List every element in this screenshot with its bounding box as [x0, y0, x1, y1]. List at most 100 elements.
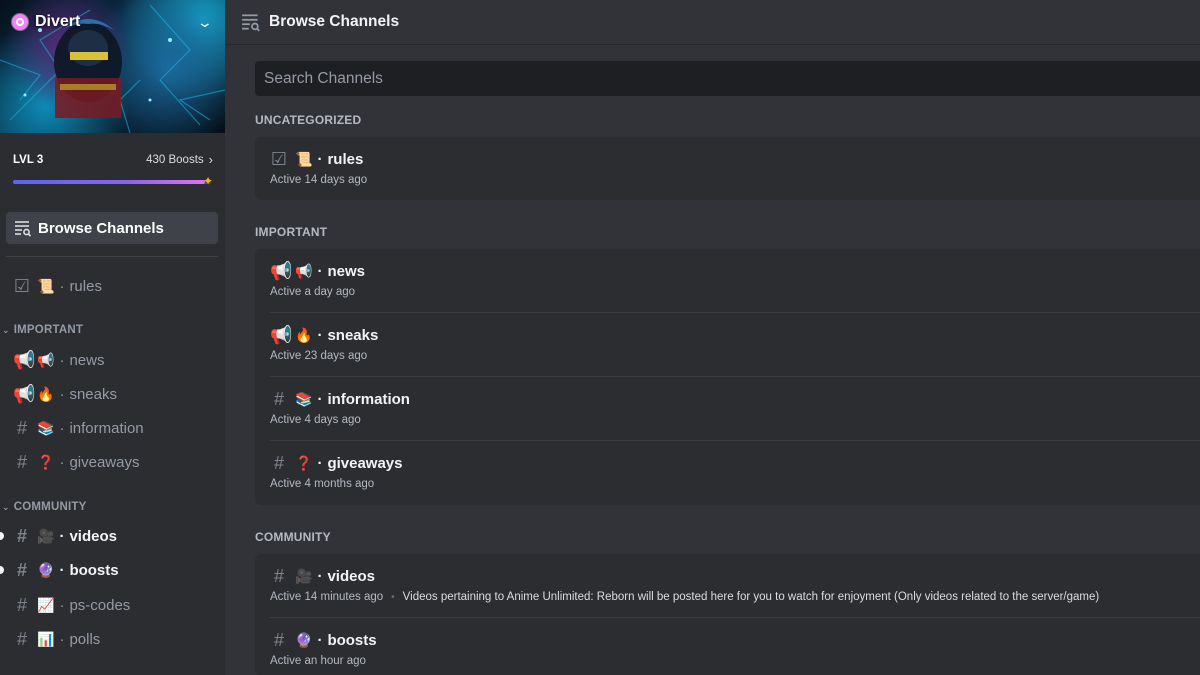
- sidebar-item-rules[interactable]: ☑ 📜 · rules: [13, 273, 218, 299]
- chart-emoji-icon: 📈: [37, 596, 55, 613]
- announcement-icon: 📢: [270, 261, 293, 281]
- sidebar-item-boosts[interactable]: # 🔮 · boosts: [0, 557, 218, 583]
- sidebar-item-polls[interactable]: # 📊 · polls: [13, 626, 218, 652]
- browse-channels-panel: Browse Channels Search Channels UNCATEGO…: [225, 0, 1200, 675]
- channel-card-community: # 🎥 · videos Active 14 minutes ago • Vid…: [255, 554, 1200, 675]
- hashtag-icon: #: [273, 389, 284, 409]
- boost-count-wrap: 430 Boosts ›: [146, 152, 213, 167]
- sidebar-item-label: polls: [69, 630, 101, 648]
- channel-name: giveaways: [327, 455, 403, 472]
- crystal-ball-emoji-icon: 🔮: [37, 561, 55, 578]
- separator-dot: ·: [317, 263, 323, 280]
- sidebar-item-sneaks[interactable]: 📢 🔥 · sneaks: [13, 381, 218, 407]
- scroll-emoji-icon: 📜: [37, 277, 55, 294]
- separator-dot: ·: [317, 327, 323, 344]
- browse-channels-label: Browse Channels: [38, 219, 164, 237]
- separator-dot: •: [391, 591, 395, 603]
- channel-row-giveaways[interactable]: # ❓ · giveaways Active 4 months ago: [255, 441, 1200, 505]
- question-emoji-icon: ❓: [37, 453, 55, 470]
- category-community[interactable]: ⌄ COMMUNITY: [2, 501, 86, 513]
- category-important[interactable]: ⌄ IMPORTANT: [2, 324, 83, 336]
- fire-emoji-icon: 🔥: [295, 327, 313, 343]
- sidebar-item-label: rules: [69, 277, 102, 295]
- sidebar-item-information[interactable]: # 📚 · information: [13, 415, 218, 441]
- category-label: COMMUNITY: [13, 501, 87, 513]
- channel-title: # ❓ · giveaways: [270, 453, 403, 474]
- separator-dot: ·: [59, 527, 65, 545]
- camera-emoji-icon: 🎥: [295, 568, 313, 584]
- channel-name: videos: [327, 568, 375, 585]
- scroll-emoji-icon: 📜: [295, 151, 313, 167]
- channel-row-videos[interactable]: # 🎥 · videos Active 14 minutes ago • Vid…: [255, 554, 1200, 618]
- section-label-uncategorized: UNCATEGORIZED: [255, 113, 362, 127]
- browse-channels-icon: [242, 14, 260, 32]
- browse-channels-icon: [15, 221, 32, 237]
- channel-name: sneaks: [327, 327, 379, 344]
- sidebar-item-label: information: [69, 419, 144, 437]
- channel-title: # 🎥 · videos: [270, 566, 375, 587]
- channel-sidebar: Divert ⌄ LVL 3 430 Boosts › ✦ Browse Cha…: [0, 0, 225, 675]
- activity-text: Active 4 days ago: [270, 414, 361, 426]
- channel-row-sneaks[interactable]: 📢 🔥 · sneaks Active 23 days ago: [255, 313, 1200, 377]
- activity-text: Active a day ago: [270, 286, 356, 298]
- section-label-community: COMMUNITY: [255, 530, 331, 544]
- separator-dot: ·: [317, 391, 323, 408]
- channel-card-important: 📢 📢 · news Active a day ago 📢 🔥 · sneaks…: [255, 249, 1200, 505]
- channel-activity: Active 4 days ago: [270, 414, 361, 426]
- channel-row-rules[interactable]: ☑ 📜 · rules Active 14 days ago: [255, 137, 1200, 201]
- channel-card-uncategorized: ☑ 📜 · rules Active 14 days ago: [255, 137, 1200, 200]
- hashtag-thread-icon: #: [16, 594, 27, 615]
- channel-name: boosts: [327, 632, 377, 649]
- sidebar-item-label: boosts: [69, 561, 119, 579]
- server-banner[interactable]: Divert ⌄: [0, 0, 225, 133]
- search-input[interactable]: Search Channels: [255, 61, 1200, 96]
- separator-dot: ·: [59, 351, 65, 369]
- separator-dot: ·: [59, 419, 65, 437]
- hashtag-icon: #: [16, 451, 27, 472]
- books-emoji-icon: 📚: [295, 391, 313, 407]
- separator-dot: ·: [59, 277, 65, 295]
- channel-activity: Active an hour ago: [270, 655, 366, 667]
- separator-dot: ·: [59, 453, 65, 471]
- boost-count: 430 Boosts: [146, 153, 204, 166]
- channel-name: news: [327, 263, 365, 280]
- sidebar-item-label: giveaways: [69, 453, 140, 471]
- announcement-icon: 📢: [13, 383, 36, 404]
- fire-emoji-icon: 🔥: [37, 385, 55, 402]
- search-placeholder: Search Channels: [264, 69, 383, 87]
- megaphone-emoji-icon: 📢: [295, 263, 313, 279]
- camera-emoji-icon: 🎥: [37, 527, 55, 544]
- channel-name: information: [327, 391, 410, 408]
- sidebar-item-label: videos: [69, 527, 117, 545]
- chevron-down-icon[interactable]: ⌄: [197, 14, 213, 31]
- hashtag-icon: #: [16, 628, 27, 649]
- caret-down-icon: ⌄: [2, 324, 10, 335]
- server-header[interactable]: Divert ⌄: [12, 10, 213, 34]
- question-emoji-icon: ❓: [295, 455, 313, 471]
- rules-checkbox-icon: ☑: [13, 275, 31, 296]
- sidebar-item-giveaways[interactable]: # ❓ · giveaways: [13, 449, 218, 475]
- section-label-important: IMPORTANT: [255, 225, 328, 239]
- rules-checkbox-icon: ☑: [270, 149, 288, 169]
- channel-activity: Active 4 months ago: [270, 478, 374, 490]
- sidebar-item-label: news: [69, 351, 105, 369]
- sidebar-item-ps-codes[interactable]: # 📈 · ps-codes: [13, 592, 218, 618]
- unread-indicator: [0, 566, 4, 574]
- browse-channels-nav[interactable]: Browse Channels: [6, 212, 218, 244]
- channel-title: 📢 🔥 · sneaks: [270, 325, 378, 346]
- channel-row-information[interactable]: # 📚 · information Active 4 days ago: [255, 377, 1200, 441]
- sidebar-item-label: sneaks: [69, 385, 117, 403]
- sidebar-item-videos[interactable]: # 🎥 · videos: [0, 523, 218, 549]
- channel-name: rules: [327, 151, 364, 168]
- channel-row-news[interactable]: 📢 📢 · news Active a day ago: [255, 249, 1200, 313]
- bar-chart-emoji-icon: 📊: [37, 630, 55, 647]
- boost-level-row[interactable]: LVL 3 430 Boosts ›: [13, 152, 213, 167]
- announcement-icon: 📢: [270, 325, 293, 345]
- channel-row-boosts[interactable]: # 🔮 · boosts Active an hour ago: [255, 618, 1200, 675]
- separator-dot: ·: [59, 596, 65, 614]
- hashtag-icon: #: [273, 630, 284, 650]
- sidebar-item-news[interactable]: 📢 📢 · news: [13, 347, 218, 373]
- activity-text: Active 4 months ago: [270, 478, 375, 490]
- channel-activity: Active 14 days ago: [270, 174, 367, 186]
- sidebar-divider: [6, 256, 218, 257]
